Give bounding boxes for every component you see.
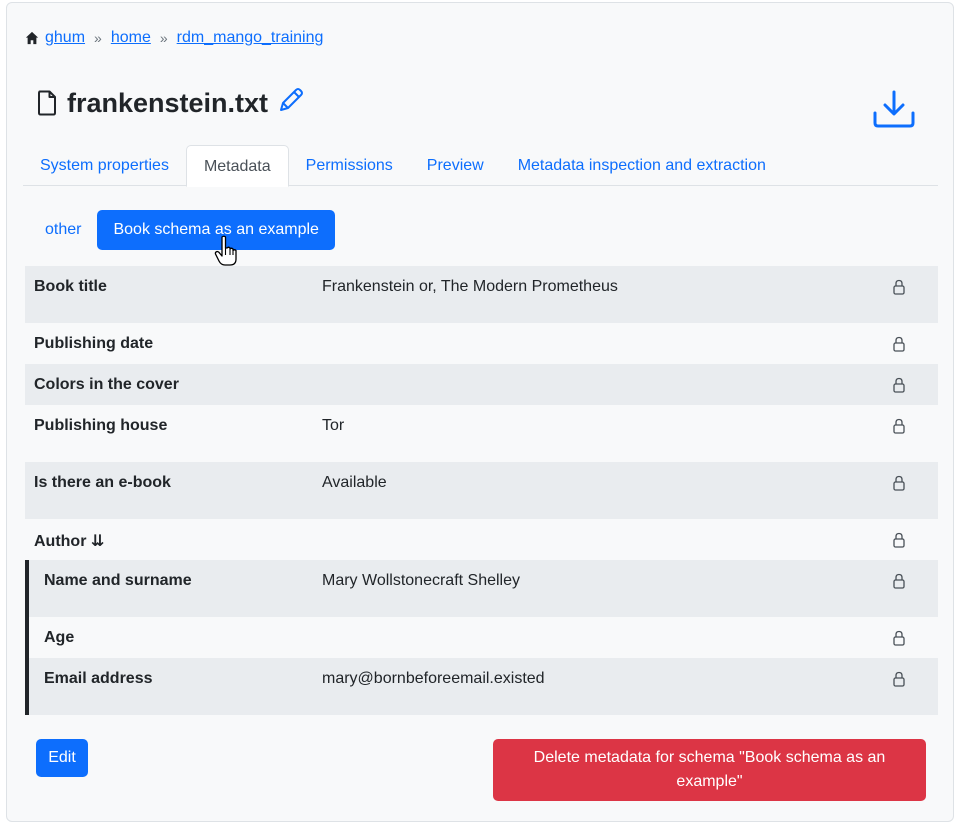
metadata-row-author-email: Email address mary@bornbeforeemail.exist… [25,658,938,715]
field-label: Email address [44,670,153,687]
metadata-row-book-title: Book title Frankenstein or, The Modern P… [25,266,938,323]
file-card: ghum » home » rdm_mango_training franken… [6,2,954,822]
lock-icon[interactable] [893,377,905,393]
metadata-row-ebook: Is there an e-book Available [25,462,938,519]
field-value: Available [322,474,387,491]
tab-permissions[interactable]: Permissions [289,145,410,186]
breadcrumb-link-home[interactable]: home [111,29,151,47]
field-label: Book title [34,278,107,295]
pencil-icon[interactable] [276,85,306,115]
page-title: frankenstein.txt [67,87,269,118]
lock-icon[interactable] [893,671,905,687]
metadata-row-publishing-date: Publishing date [25,323,938,364]
field-value: Frankenstein or, The Modern Prometheus [322,278,618,295]
pill-other[interactable]: other [29,210,97,250]
field-value: Mary Wollstonecraft Shelley [322,572,520,589]
field-label: Colors in the cover [34,376,179,393]
tab-bar: System properties Metadata Permissions P… [23,145,938,187]
lock-icon[interactable] [893,573,905,589]
tab-metadata[interactable]: Metadata [185,145,289,187]
field-value: mary@bornbeforeemail.existed [322,670,545,687]
download-icon[interactable] [872,89,916,129]
metadata-row-author[interactable]: Author ⇊ [25,519,938,560]
field-label: Publishing house [34,417,168,434]
file-icon [38,90,56,116]
field-label: Name and surname [44,572,192,589]
metadata-row-colors-in-cover: Colors in the cover [25,364,938,405]
delete-metadata-button[interactable]: Delete metadata for schema "Book schema … [493,739,926,801]
breadcrumb: ghum » home » rdm_mango_training [25,27,323,49]
lock-icon[interactable] [893,630,905,646]
home-icon [25,31,39,45]
edit-button[interactable]: Edit [36,739,88,777]
field-label: Is there an e-book [34,474,171,491]
field-label: Age [44,629,75,646]
tab-preview[interactable]: Preview [410,145,501,186]
lock-icon[interactable] [893,279,905,295]
field-value: Tor [322,417,345,434]
breadcrumb-link-rdm-mango-training[interactable]: rdm_mango_training [177,29,324,47]
lock-icon[interactable] [893,475,905,491]
metadata-table: Book title Frankenstein or, The Modern P… [25,266,938,715]
field-label: Publishing date [34,335,154,352]
schema-pills: other Book schema as an example [29,210,335,250]
tab-system-properties[interactable]: System properties [23,145,186,186]
lock-icon[interactable] [893,418,905,434]
metadata-row-publishing-house: Publishing house Tor [25,405,938,462]
metadata-row-author-name: Name and surname Mary Wollstonecraft She… [25,560,938,617]
breadcrumb-link-ghum[interactable]: ghum [45,29,85,47]
field-label: Author ⇊ [34,533,105,550]
breadcrumb-separator: » [94,30,102,46]
tab-metadata-inspection[interactable]: Metadata inspection and extraction [501,145,783,186]
metadata-row-author-age: Age [25,617,938,658]
hand-cursor-icon [214,235,237,266]
lock-icon[interactable] [893,532,905,548]
breadcrumb-separator: » [159,30,168,46]
lock-icon[interactable] [893,336,905,352]
title-row: frankenstein.txt [37,85,306,121]
